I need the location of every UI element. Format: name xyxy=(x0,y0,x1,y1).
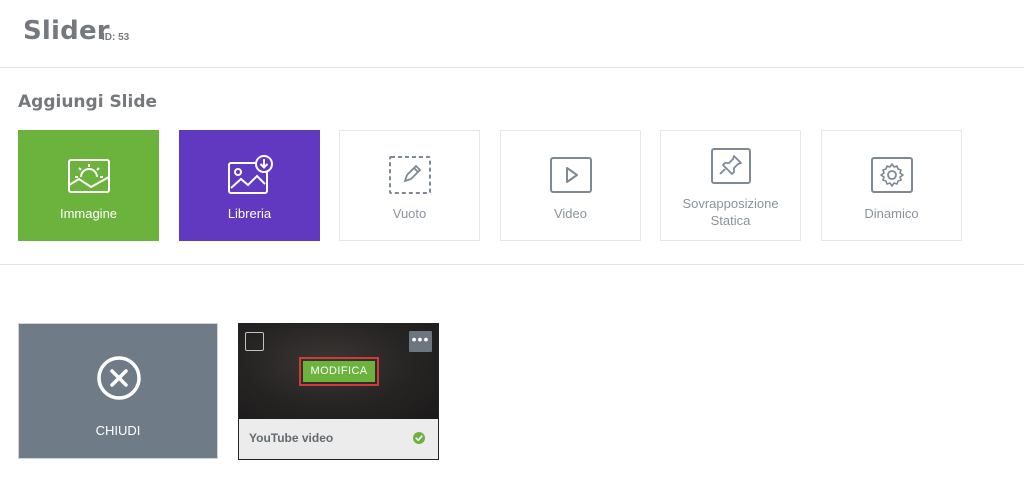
close-circle-icon xyxy=(97,356,141,400)
check-circle-icon xyxy=(413,432,425,444)
slide-card[interactable]: ••• MODIFICA YouTube video xyxy=(238,323,439,460)
gear-icon xyxy=(870,157,913,193)
tile-label: Libreria xyxy=(227,206,272,221)
pin-icon xyxy=(710,148,751,184)
slide-select-checkbox[interactable] xyxy=(245,332,264,351)
tile-label: Vuoto xyxy=(392,206,427,221)
dashed-pencil-icon xyxy=(388,156,431,194)
slide-options-button[interactable]: ••• xyxy=(409,331,432,352)
edit-button[interactable]: MODIFICA xyxy=(303,361,375,382)
close-label: CHIUDI xyxy=(95,423,141,438)
slide-thumbnail: ••• MODIFICA xyxy=(239,324,438,419)
tile-label: Sovrapposizione Statica xyxy=(682,196,779,228)
edit-highlight: MODIFICA xyxy=(299,357,379,386)
add-video-slide-button[interactable]: Video xyxy=(500,130,641,241)
add-image-slide-button[interactable]: Immagine xyxy=(18,130,159,241)
page-header: Slider ID: 53 xyxy=(0,0,1024,68)
add-dynamic-slide-button[interactable]: Dinamico xyxy=(821,130,962,241)
add-library-slide-button[interactable]: Libreria xyxy=(179,130,320,241)
play-icon xyxy=(549,157,592,193)
image-sun-icon xyxy=(67,159,110,193)
tile-label: Dinamico xyxy=(864,206,919,221)
page-title: Slider xyxy=(23,16,110,46)
tile-label: Immagine xyxy=(59,206,118,221)
section-title: Aggiungi Slide xyxy=(18,92,158,112)
slide-name: YouTube video xyxy=(249,431,334,445)
close-button[interactable]: CHIUDI xyxy=(18,323,218,459)
add-slide-section: Aggiungi Slide Immagine Libreria Vuoto V… xyxy=(0,68,1024,265)
tile-label: Video xyxy=(553,206,587,221)
add-empty-slide-button[interactable]: Vuoto xyxy=(339,130,480,241)
slider-id: ID: 53 xyxy=(102,32,130,43)
add-static-overlay-button[interactable]: Sovrapposizione Statica xyxy=(660,130,801,241)
library-download-icon xyxy=(227,155,273,194)
